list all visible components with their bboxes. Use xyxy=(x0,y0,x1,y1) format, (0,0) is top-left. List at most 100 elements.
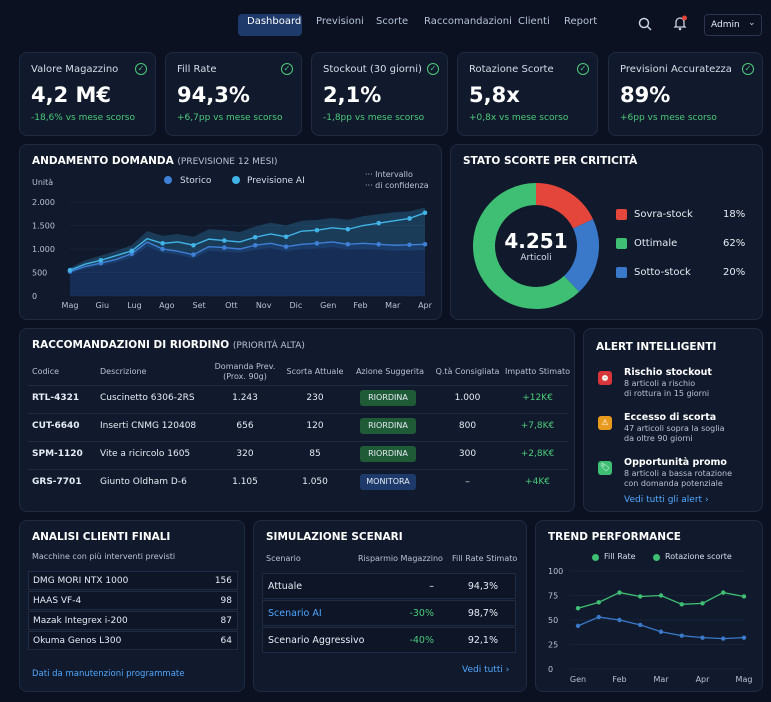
kpi-card: Valore Magazzino ✓ 4,2 M€ -18,6% vs mese sc… xyxy=(19,52,156,136)
alerts-link[interactable]: Vedi tutti gli alert › xyxy=(624,495,709,505)
legend-swatch xyxy=(616,267,627,278)
data-point xyxy=(617,590,622,595)
kpi-card: Fill Rate ✓ 94,3% +6,7pp vs mese scorso xyxy=(165,52,302,136)
action-badge[interactable]: RIORDINA xyxy=(360,390,416,406)
data-point xyxy=(422,210,428,216)
reorder-card: RACCOMANDAZIONI DI RIORDINO (PRIORITÀ AL… xyxy=(19,328,575,512)
user-name: Admin xyxy=(711,20,740,30)
stock-legend-label: Sovra-stock xyxy=(634,209,693,220)
nav-previsioni[interactable]: Previsioni xyxy=(316,16,364,27)
data-point xyxy=(376,242,381,247)
x-tick-label: Apr xyxy=(418,301,433,310)
data-point xyxy=(314,241,320,246)
y-tick-label: 1.500 xyxy=(32,222,55,231)
row-impact: +12K€ xyxy=(522,393,553,403)
kpi-delta: +0,8x vs mese scorso xyxy=(469,113,569,123)
kpi-card: Previsioni Accuratezza ✓ 89% +6pp vs mese s… xyxy=(608,52,763,136)
kpi-delta: -18,6% vs mese scorso xyxy=(31,113,136,123)
scenario-name: Attuale xyxy=(268,581,303,592)
data-point xyxy=(376,220,381,226)
row-stock: 85 xyxy=(309,449,321,459)
y-tick-label: 100 xyxy=(548,567,563,576)
kpi-value: 4,2 M€ xyxy=(31,83,112,107)
search-icon[interactable] xyxy=(638,17,652,31)
kpi-value: 94,3% xyxy=(177,83,250,107)
row-demand: 1.105 xyxy=(232,477,258,487)
scenarios-link[interactable]: Vedi tutti › xyxy=(462,665,509,675)
data-point xyxy=(638,594,643,599)
scenario-name: Scenario AI xyxy=(268,608,322,619)
data-point xyxy=(596,600,601,605)
top-nav: Dashboard Previsioni Scorte Raccomandazi… xyxy=(0,0,771,48)
x-tick-label: Gen xyxy=(570,675,586,684)
row-qty: 800 xyxy=(458,421,477,431)
data-point xyxy=(252,242,258,248)
data-point xyxy=(658,593,664,598)
alert-title: Rischio stockout xyxy=(624,367,712,378)
y-tick-label: 0 xyxy=(32,292,37,301)
th-action: Azione Suggerita xyxy=(355,367,425,376)
stock-legend-label: Ottimale xyxy=(634,238,678,249)
alert-line2: con domanda potenziale xyxy=(624,479,723,488)
user-menu[interactable]: Admin ⌄ xyxy=(704,14,762,36)
nav-raccomandazioni[interactable]: Raccomandazioni xyxy=(424,16,512,27)
row-impact: +4K€ xyxy=(525,477,550,487)
th-code: Codice xyxy=(32,367,60,376)
nav-clienti[interactable]: Clienti xyxy=(518,16,550,27)
scenarios-title: SIMULAZIONE SCENARI xyxy=(266,531,403,543)
bell-icon[interactable] xyxy=(672,15,688,31)
nav-report[interactable]: Report xyxy=(564,16,597,27)
perf-card: TREND PERFORMANCE Fill Rate Rotazione sc… xyxy=(535,520,763,692)
row-demand: 656 xyxy=(236,421,254,431)
y-tick-label: 1.000 xyxy=(32,245,55,254)
clients-footer[interactable]: Dati da manutenzioni programmate xyxy=(32,669,184,679)
client-count: 64 xyxy=(220,636,232,646)
kpi-value: 89% xyxy=(620,83,671,107)
th-qty: Q.tà Consigliata xyxy=(435,367,500,376)
stock-legend-pct: 18% xyxy=(723,209,746,220)
x-tick-label: Mag xyxy=(62,301,79,310)
legend-swatch xyxy=(616,209,627,220)
data-point xyxy=(191,242,196,248)
data-point xyxy=(160,246,165,252)
x-tick-label: Lug xyxy=(127,301,141,310)
x-tick-label: Set xyxy=(193,301,206,310)
nav-scorte[interactable]: Scorte xyxy=(376,16,408,27)
th-demand: Domanda Prev. xyxy=(214,362,276,371)
data-point xyxy=(721,590,726,595)
data-point xyxy=(129,248,135,254)
data-point xyxy=(345,242,351,247)
row-stock: 230 xyxy=(306,393,324,403)
client-name: HAAS VF-4 xyxy=(33,596,82,606)
nav-dashboard[interactable]: Dashboard xyxy=(247,16,301,27)
x-tick-label: Giu xyxy=(96,301,110,310)
action-badge[interactable]: RIORDINA xyxy=(360,418,416,434)
client-count: 98 xyxy=(220,596,232,606)
data-point xyxy=(575,606,581,611)
legend-swatch xyxy=(616,238,627,249)
x-tick-label: Ott xyxy=(225,301,238,310)
scenario-saving: – xyxy=(429,581,434,592)
action-badge[interactable]: RIORDINA xyxy=(360,446,416,462)
x-tick-label: Feb xyxy=(353,301,367,310)
data-point xyxy=(407,216,412,221)
x-tick-label: Ago xyxy=(159,301,175,310)
kpi-card: Rotazione Scorte ✓ 5,8x +0,8x vs mese scors… xyxy=(457,52,598,136)
x-tick-label: Mar xyxy=(385,301,401,310)
x-tick-label: Mag xyxy=(736,675,753,684)
y-tick-label: 75 xyxy=(548,592,558,601)
data-point xyxy=(700,635,705,640)
alerts-card: ALERT INTELLIGENTI Vedi tutti gli alert … xyxy=(583,328,763,512)
data-point xyxy=(679,602,684,607)
kpi-delta: -1,8pp vs mese scorso xyxy=(323,113,425,123)
stock-legend-pct: 20% xyxy=(723,267,746,278)
stock-title: STATO SCORTE PER CRITICITÀ xyxy=(463,155,638,167)
action-badge[interactable]: MONITORA xyxy=(360,474,416,490)
stock-legend-label: Sotto-stock xyxy=(634,267,691,278)
dashboard-app: Dashboard Previsioni Scorte Raccomandazi… xyxy=(0,0,771,702)
stock-legend-pct: 62% xyxy=(723,238,746,249)
scenario-name: Scenario Aggressivo xyxy=(268,635,365,646)
row-desc: Cuscinetto 6306-2RS xyxy=(100,393,195,403)
chevron-down-icon: ⌄ xyxy=(748,18,756,28)
data-point xyxy=(575,623,581,629)
